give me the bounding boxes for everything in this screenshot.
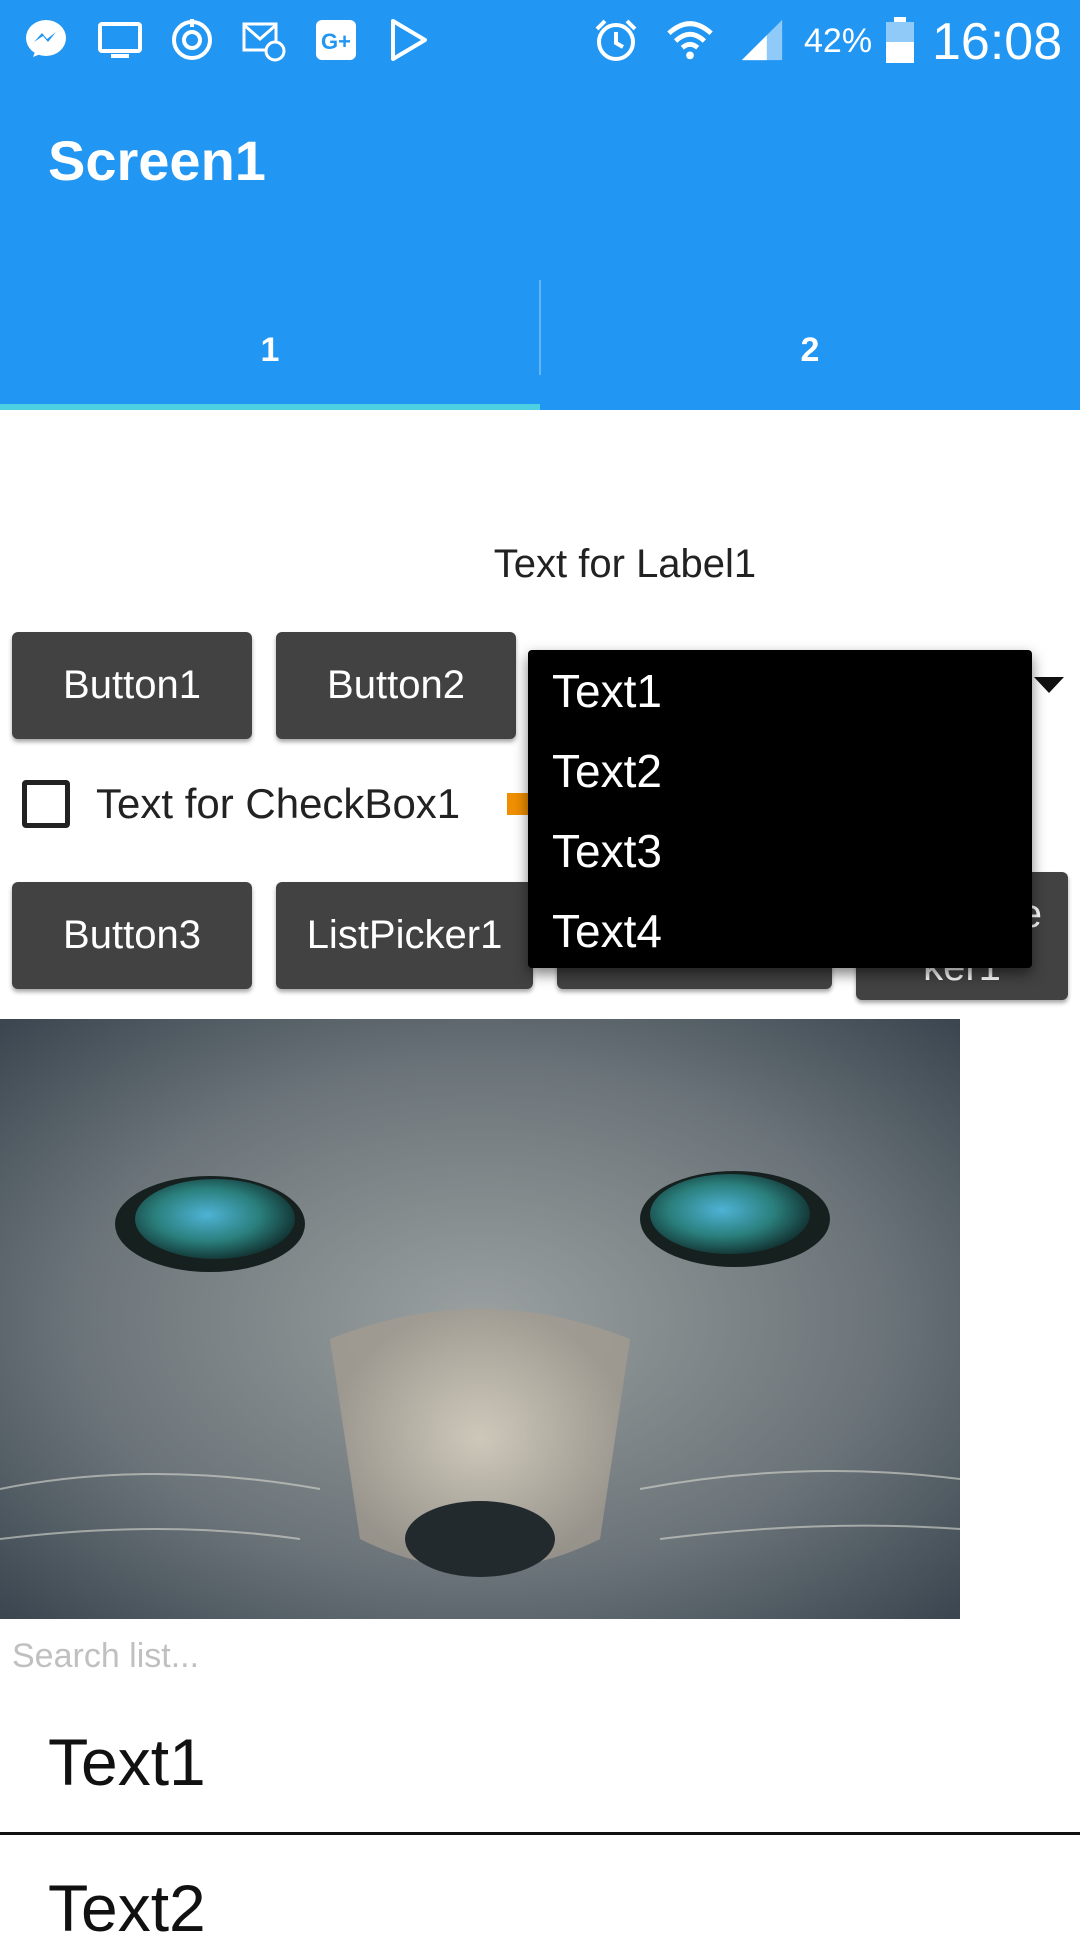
checkbox1[interactable]: [22, 780, 70, 828]
label1: Text for Label1: [493, 542, 757, 586]
button2[interactable]: Button2: [276, 632, 516, 739]
clock: 16:08: [932, 13, 1063, 71]
battery-icon: [876, 16, 924, 64]
button3[interactable]: Button3: [12, 882, 252, 989]
mail-icon: [240, 16, 288, 64]
listpicker1[interactable]: ListPicker1: [276, 882, 533, 989]
google-plus-icon: G+: [312, 16, 360, 64]
spinner-dropdown-arrow-icon[interactable]: [1034, 677, 1064, 693]
page-title: Screen1: [48, 129, 266, 192]
app-bar: Screen1 1 2: [0, 80, 1080, 410]
button1[interactable]: Button1: [12, 632, 252, 739]
dropdown-item-text4[interactable]: Text4: [552, 904, 662, 958]
wifi-icon: [666, 16, 714, 64]
messenger-icon: [22, 16, 70, 64]
partial-orange-widget: [507, 793, 529, 815]
search-input[interactable]: [10, 1630, 1074, 1682]
sync-icon: [168, 16, 216, 64]
play-store-icon: [384, 16, 432, 64]
dropdown-item-text1[interactable]: Text1: [552, 664, 662, 718]
cat-image: [0, 1019, 960, 1619]
dropdown-item-text2[interactable]: Text2: [552, 744, 662, 798]
status-bar: G+ 42% 16:08: [0, 0, 1080, 80]
svg-text:G+: G+: [321, 29, 351, 54]
screen-icon: [96, 16, 144, 64]
tab-1[interactable]: 1: [0, 290, 540, 410]
list-item-text2[interactable]: Text2: [48, 1870, 206, 1946]
spinner-dropdown: Text1 Text2 Text3 Text4: [528, 650, 1032, 968]
signal-icon: [738, 16, 786, 64]
list-divider: [0, 1832, 1080, 1835]
tab-indicator: [0, 404, 540, 410]
list-item-text1[interactable]: Text1: [48, 1724, 206, 1800]
checkbox1-label[interactable]: Text for CheckBox1: [96, 780, 460, 828]
alarm-icon: [592, 16, 640, 64]
dropdown-item-text3[interactable]: Text3: [552, 824, 662, 878]
tab-2[interactable]: 2: [540, 290, 1080, 410]
battery-percent: 42%: [804, 22, 873, 60]
